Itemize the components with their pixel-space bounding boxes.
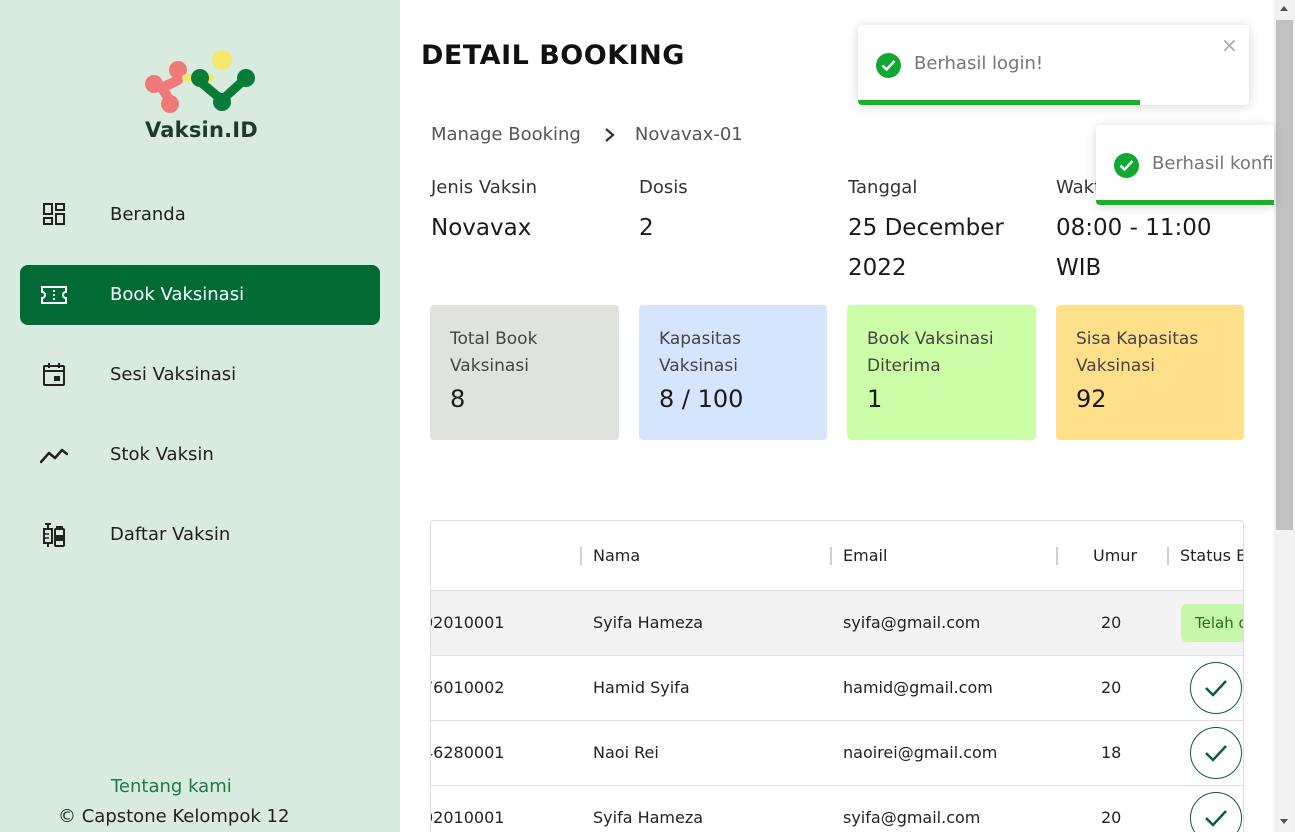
scroll-down-arrow-icon[interactable] xyxy=(1280,819,1288,824)
umur-cell: 20 xyxy=(1101,808,1122,827)
sidebar-item-beranda[interactable]: Beranda xyxy=(20,185,380,245)
sidebar-item-label: Stok Vaksin xyxy=(110,444,214,465)
calendar-icon xyxy=(43,363,65,386)
tanggal-label: Tanggal xyxy=(848,177,918,198)
trend-line-icon xyxy=(40,448,68,464)
table-row[interactable]: 46280001 Naoi Rei naoirei@gmail.com 18 xyxy=(430,721,1243,786)
sidebar: Vaksin.ID Beranda Book Vaksinasi Sesi Va… xyxy=(0,0,400,832)
sidebar-item-label: Sesi Vaksinasi xyxy=(110,364,237,385)
confirm-button[interactable] xyxy=(1190,727,1242,779)
page-scrollbar[interactable] xyxy=(1274,0,1295,832)
ticket-icon xyxy=(41,286,67,304)
email-cell: syifa@gmail.com xyxy=(843,808,981,827)
dosis-label: Dosis xyxy=(639,177,688,198)
waktu-value: 08:00 - 11:00 WIB xyxy=(1056,215,1212,281)
toast-login-success[interactable]: Berhasil login! × xyxy=(858,25,1249,105)
check-icon xyxy=(1205,680,1227,697)
email-cell: naoirei@gmail.com xyxy=(843,743,998,762)
umur-cell: 20 xyxy=(1101,678,1122,697)
column-divider[interactable] xyxy=(830,547,832,565)
check-circle-icon xyxy=(1114,153,1139,178)
stat-card-sisa-kapasitas: Sisa Kapasitas Vaksinasi 92 xyxy=(1056,305,1244,440)
nama-cell: Naoi Rei xyxy=(593,743,659,762)
column-divider[interactable] xyxy=(1056,547,1058,565)
nik-cell: 76010002 xyxy=(430,678,505,697)
breadcrumb-current: Novavax-01 xyxy=(634,124,743,145)
about-link[interactable]: Tentang kami xyxy=(111,776,232,797)
sidebar-item-book-vaksinasi[interactable]: Book Vaksinasi xyxy=(20,265,380,325)
column-divider[interactable] xyxy=(580,547,582,565)
sidebar-item-daftar-vaksin[interactable]: Daftar Vaksin xyxy=(20,505,380,565)
copyright-text: © Capstone Kelompok 12 xyxy=(58,806,290,827)
close-icon[interactable]: × xyxy=(1221,35,1238,55)
stat-value: 8 xyxy=(450,385,466,413)
email-cell: hamid@gmail.com xyxy=(843,678,993,697)
stat-card-kapasitas: Kapasitas Vaksinasi 8 / 100 xyxy=(639,305,827,440)
nik-cell: 02010001 xyxy=(430,613,505,632)
vaccine-vial-icon xyxy=(43,523,65,547)
nik-cell: 02010001 xyxy=(430,808,505,827)
dashboard-icon xyxy=(43,203,65,225)
check-circle-icon xyxy=(876,53,901,78)
scroll-up-arrow-icon[interactable] xyxy=(1280,6,1288,11)
sidebar-item-label: Daftar Vaksin xyxy=(110,524,231,545)
confirm-button[interactable] xyxy=(1190,662,1242,714)
stat-value: 1 xyxy=(867,385,883,413)
column-header-email[interactable]: Email xyxy=(843,546,887,565)
status-badge: Telah d xyxy=(1181,604,1243,642)
toast-progress-bar xyxy=(1096,200,1274,205)
toast-confirm-success[interactable]: Berhasil konfirmasi xyxy=(1096,125,1274,205)
sidebar-item-label: Beranda xyxy=(110,204,186,225)
email-cell: syifa@gmail.com xyxy=(843,613,981,632)
column-header-nama[interactable]: Nama xyxy=(593,546,640,565)
table-row[interactable]: 76010002 Hamid Syifa hamid@gmail.com 20 xyxy=(430,656,1243,721)
toast-message: Berhasil konfirmasi xyxy=(1152,153,1274,174)
table-row[interactable]: 02010001 Syifa Hameza syifa@gmail.com 20… xyxy=(430,591,1243,656)
stat-value: 92 xyxy=(1076,385,1107,413)
stat-label: Kapasitas Vaksinasi xyxy=(659,329,741,376)
breadcrumb-parent[interactable]: Manage Booking xyxy=(431,124,581,145)
sidebar-item-stok-vaksin[interactable]: Stok Vaksin xyxy=(20,425,380,485)
jenis-vaksin-value: Novavax xyxy=(431,215,532,241)
nik-cell: 46280001 xyxy=(430,743,505,762)
stat-label: Book Vaksinasi Diterima xyxy=(867,329,994,376)
breadcrumb: Manage Booking Novavax-01 xyxy=(431,124,743,145)
stat-value: 8 / 100 xyxy=(659,385,744,413)
toast-progress-bar xyxy=(858,100,1140,105)
toast-message: Berhasil login! xyxy=(914,53,1044,74)
sidebar-item-label: Book Vaksinasi xyxy=(110,284,245,305)
check-icon xyxy=(1205,745,1227,762)
umur-cell: 20 xyxy=(1101,613,1122,632)
booking-table: Nama Email Umur Status B 02010001 Syifa … xyxy=(430,520,1244,832)
column-divider[interactable] xyxy=(1167,547,1169,565)
page-title: DETAIL BOOKING xyxy=(421,40,685,71)
umur-cell: 18 xyxy=(1101,743,1122,762)
nama-cell: Syifa Hameza xyxy=(593,808,704,827)
brand-name: Vaksin.ID xyxy=(145,118,258,142)
check-icon xyxy=(1205,810,1227,827)
sidebar-item-sesi-vaksinasi[interactable]: Sesi Vaksinasi xyxy=(20,345,380,405)
column-header-status[interactable]: Status B xyxy=(1180,546,1243,565)
scroll-thumb[interactable] xyxy=(1276,20,1293,530)
jenis-vaksin-label: Jenis Vaksin xyxy=(431,177,538,198)
chevron-right-icon xyxy=(605,127,615,142)
column-header-umur[interactable]: Umur xyxy=(1093,546,1137,565)
stat-card-total-book: Total Book Vaksinasi 8 xyxy=(430,305,619,440)
nama-cell: Syifa Hameza xyxy=(593,613,704,632)
table-header: Nama Email Umur Status B xyxy=(431,521,1243,591)
stat-label: Total Book Vaksinasi xyxy=(450,329,538,376)
stat-card-diterima: Book Vaksinasi Diterima 1 xyxy=(847,305,1036,440)
nama-cell: Hamid Syifa xyxy=(593,678,690,697)
table-row[interactable]: 02010001 Syifa Hameza syifa@gmail.com 20 xyxy=(430,786,1243,832)
stat-label: Sisa Kapasitas Vaksinasi xyxy=(1076,329,1199,376)
tanggal-value: 25 December 2022 xyxy=(848,215,1004,281)
dosis-value: 2 xyxy=(639,215,654,241)
confirm-button[interactable] xyxy=(1190,792,1242,832)
